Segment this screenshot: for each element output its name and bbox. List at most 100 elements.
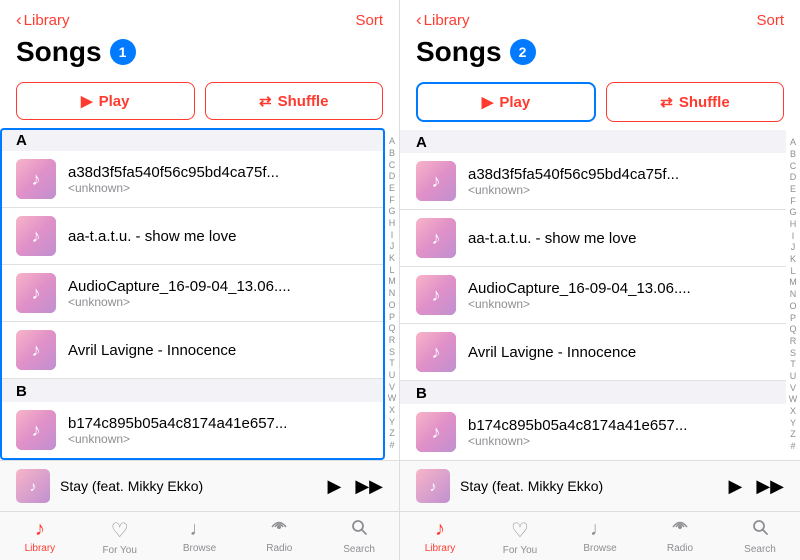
alpha-letter[interactable]: Y [389,417,395,429]
alpha-letter[interactable]: O [789,301,796,313]
now-playing-title: Stay (feat. Mikky Ekko) [460,478,728,494]
alpha-letter[interactable]: E [389,183,395,195]
alpha-letter[interactable]: N [790,289,797,301]
alpha-letter[interactable]: O [388,300,395,312]
alpha-letter[interactable]: P [389,312,395,324]
alpha-letter[interactable]: G [789,207,796,219]
alpha-letter[interactable]: X [389,405,395,417]
tab-library[interactable]: ♪Library [0,518,80,556]
alpha-letter[interactable]: Z [790,429,796,441]
list-item[interactable]: ♪aa-t.a.t.u. - show me love [0,208,385,265]
tab-for-you[interactable]: ♡For You [80,518,160,556]
alpha-letter[interactable]: B [790,149,796,161]
alpha-letter[interactable]: Q [388,323,395,335]
song-thumbnail: ♪ [16,330,56,370]
alpha-letter[interactable]: S [389,347,395,359]
alpha-letter[interactable]: H [389,218,396,230]
alpha-letter[interactable]: T [790,359,796,371]
alpha-letter[interactable]: R [790,336,797,348]
play-button[interactable]: ▶Play [416,82,596,122]
now-playing-bar[interactable]: ♪ Stay (feat. Mikky Ekko) ▶ ▶▶ [400,460,800,511]
back-button[interactable]: ‹ Library [416,10,470,30]
alpha-letter[interactable]: R [389,335,396,347]
now-playing-bar[interactable]: ♪ Stay (feat. Mikky Ekko) ▶ ▶▶ [0,460,399,511]
alpha-letter[interactable]: X [790,406,796,418]
alpha-letter[interactable]: # [790,441,795,453]
alpha-letter[interactable]: # [389,440,394,452]
alpha-letter[interactable]: F [790,196,796,208]
alpha-letter[interactable]: B [389,148,395,160]
play-pause-button[interactable]: ▶ [728,476,742,497]
alpha-letter[interactable]: S [790,348,796,360]
alpha-letter[interactable]: L [389,265,394,277]
alpha-letter[interactable]: W [789,394,798,406]
alpha-letter[interactable]: E [790,184,796,196]
alpha-index[interactable]: ABCDEFGHIJKLMNOPQRSTUVWXYZ# [786,130,800,460]
alpha-letter[interactable]: J [791,242,796,254]
alpha-letter[interactable]: C [389,160,396,172]
alpha-letter[interactable]: K [790,254,796,266]
tab-radio[interactable]: Radio [640,518,720,556]
alpha-letter[interactable]: D [790,172,797,184]
list-item[interactable]: ♪Avril Lavigne - Innocence [0,322,385,379]
alpha-letter[interactable]: A [790,137,796,149]
alpha-letter[interactable]: V [790,383,796,395]
alpha-letter[interactable]: T [389,358,395,370]
alpha-letter[interactable]: K [389,253,395,265]
song-list[interactable]: A♪a38d3f5fa540f56c95bd4ca75f...<unknown>… [0,128,399,460]
list-item[interactable]: ♪Ballade Pour AdelineBandari [0,459,385,460]
fast-forward-button[interactable]: ▶▶ [756,476,784,497]
alpha-letter[interactable]: A [389,136,395,148]
alpha-letter[interactable]: G [388,206,395,218]
list-item[interactable]: ♪a38d3f5fa540f56c95bd4ca75f...<unknown> [400,153,786,210]
tab-radio[interactable]: Radio [239,518,319,556]
list-item[interactable]: ♪b174c895b05a4c8174a41e657...<unknown> [400,404,786,460]
alpha-letter[interactable]: J [390,241,395,253]
alpha-letter[interactable]: P [790,313,796,325]
song-list[interactable]: A ♪a38d3f5fa540f56c95bd4ca75f...<unknown>… [400,130,800,460]
alpha-index[interactable]: ABCDEFGHIJKLMNOPQRSTUVWXYZ# [385,128,399,460]
play-pause-button[interactable]: ▶ [327,476,341,497]
alpha-letter[interactable]: M [388,276,396,288]
tab-browse[interactable]: ♩Browse [560,518,640,556]
radio-tab-label: Radio [266,543,292,554]
section-header: A [0,128,385,151]
list-item[interactable]: ♪Avril Lavigne - Innocence [400,324,786,381]
tab-for-you[interactable]: ♡For You [480,518,560,556]
alpha-letter[interactable]: C [790,161,797,173]
sort-button[interactable]: Sort [355,12,383,29]
list-item[interactable]: ♪AudioCapture_16-09-04_13.06....<unknown… [0,265,385,322]
back-button[interactable]: ‹ Library [16,10,70,30]
tab-search[interactable]: Search [720,518,800,556]
alpha-letter[interactable]: H [790,219,797,231]
alpha-letter[interactable]: Q [789,324,796,336]
alpha-letter[interactable]: U [790,371,797,383]
step-badge: 2 [510,39,536,65]
shuffle-button[interactable]: ⇄Shuffle [205,82,384,120]
tab-browse[interactable]: ♩Browse [160,518,240,556]
alpha-letter[interactable]: L [790,266,795,278]
alpha-letter[interactable]: I [391,230,394,242]
shuffle-button[interactable]: ⇄Shuffle [606,82,784,122]
alpha-letter[interactable]: N [389,288,396,300]
alpha-letter[interactable]: D [389,171,396,183]
song-title: b174c895b05a4c8174a41e657... [468,417,770,434]
play-button[interactable]: ▶Play [16,82,195,120]
alpha-letter[interactable]: V [389,382,395,394]
list-item[interactable]: ♪b174c895b05a4c8174a41e657...<unknown> [0,402,385,459]
alpha-letter[interactable]: I [792,231,795,243]
alpha-letter[interactable]: Z [389,428,395,440]
alpha-letter[interactable]: Y [790,418,796,430]
alpha-letter[interactable]: U [389,370,396,382]
sort-button[interactable]: Sort [756,12,784,29]
list-item[interactable]: ♪a38d3f5fa540f56c95bd4ca75f...<unknown> [0,151,385,208]
tab-library[interactable]: ♪Library [400,518,480,556]
browse-tab-label: Browse [183,543,216,554]
list-item[interactable]: ♪aa-t.a.t.u. - show me love [400,210,786,267]
tab-search[interactable]: Search [319,518,399,556]
alpha-letter[interactable]: M [789,277,797,289]
alpha-letter[interactable]: F [389,195,395,207]
list-item[interactable]: ♪AudioCapture_16-09-04_13.06....<unknown… [400,267,786,324]
alpha-letter[interactable]: W [388,393,397,405]
fast-forward-button[interactable]: ▶▶ [355,476,383,497]
